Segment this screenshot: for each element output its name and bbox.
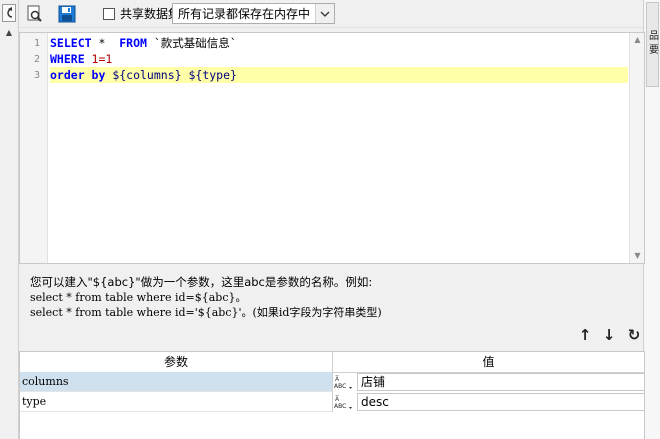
column-header-value[interactable]: 值: [332, 352, 644, 372]
editor-toolbar: 共享数据集 所有记录都保存在内存中: [19, 0, 643, 28]
save-icon[interactable]: [57, 4, 77, 24]
code-text: `款式基础信息`: [146, 36, 237, 50]
keyword-where: WHERE: [50, 52, 85, 66]
code-line-3[interactable]: order by ${columns} ${type}: [50, 67, 628, 83]
parameter-table: 参数 值 columns A̅ ABC 店铺 type A̅ ABC desc: [19, 351, 645, 439]
left-panel-edge: ▲: [0, 0, 19, 439]
line-number-gutter: 1 2 3: [20, 33, 48, 263]
param-name-cell[interactable]: columns: [20, 372, 332, 392]
editor-scrollbar[interactable]: ▲ ▼: [629, 33, 644, 263]
param-name-cell[interactable]: type: [20, 392, 332, 412]
code-text: ${columns} ${type}: [105, 68, 237, 82]
param-value-cell[interactable]: A̅ ABC 店铺: [332, 372, 645, 392]
param-value-input[interactable]: desc: [357, 393, 645, 411]
keyword-order-by: order by: [50, 68, 106, 82]
checkbox-icon[interactable]: [103, 8, 115, 20]
right-panel-edge: 品要: [643, 0, 660, 439]
save-mode-select[interactable]: 所有记录都保存在内存中: [172, 3, 335, 24]
right-panel-text: 品要: [649, 31, 659, 56]
code-text: *: [91, 36, 120, 50]
svg-text:A̅: A̅: [335, 376, 340, 383]
table-header: 参数 值: [20, 352, 644, 373]
left-refresh-icon[interactable]: [2, 4, 16, 22]
scroll-up-icon[interactable]: ▲: [630, 33, 645, 47]
keyword-select: SELECT: [50, 36, 92, 50]
save-mode-value: 所有记录都保存在内存中: [178, 7, 311, 21]
refresh-icon[interactable]: ↻: [625, 326, 643, 344]
code-text: 1=1: [84, 52, 113, 66]
help-line-2: select * from table where id=${abc}。: [30, 291, 247, 304]
line-number: 1: [33, 38, 40, 49]
table-row[interactable]: columns A̅ ABC 店铺: [20, 372, 645, 392]
svg-text:A̅: A̅: [335, 396, 340, 403]
code-line-1[interactable]: SELECT * FROM `款式基础信息`: [50, 35, 628, 51]
chevron-up-icon[interactable]: ▲: [2, 27, 16, 39]
table-row[interactable]: type A̅ ABC desc: [20, 392, 645, 412]
chevron-down-icon[interactable]: [315, 4, 334, 23]
param-value-input[interactable]: 店铺: [357, 373, 645, 391]
string-type-icon[interactable]: A̅ ABC: [334, 374, 354, 390]
preview-icon[interactable]: [25, 4, 45, 24]
string-type-icon[interactable]: A̅ ABC: [334, 394, 354, 410]
line-number: 2: [33, 54, 40, 65]
type-label: ABC: [334, 383, 346, 390]
move-up-icon[interactable]: ↑: [576, 326, 594, 344]
code-line-2[interactable]: WHERE 1=1: [50, 51, 628, 67]
shared-dataset-checkbox[interactable]: 共享数据集: [103, 5, 180, 23]
type-label: ABC: [334, 403, 346, 410]
sql-editor[interactable]: 1 2 3 SELECT * FROM `款式基础信息` WHERE 1=1 o…: [19, 32, 645, 264]
help-line-3: select * from table where id='${abc}'。(如…: [30, 306, 382, 319]
line-number: 3: [33, 70, 40, 81]
shared-dataset-label: 共享数据集: [120, 7, 181, 21]
scroll-down-icon[interactable]: ▼: [630, 249, 645, 263]
column-header-name[interactable]: 参数: [20, 352, 332, 372]
keyword-from: FROM: [119, 36, 147, 50]
help-line-1: 您可以建入"${abc}"做为一个参数，这里abc是参数的名称。例如:: [30, 275, 373, 289]
move-down-icon[interactable]: ↓: [600, 326, 618, 344]
param-value-cell[interactable]: A̅ ABC desc: [332, 392, 645, 412]
